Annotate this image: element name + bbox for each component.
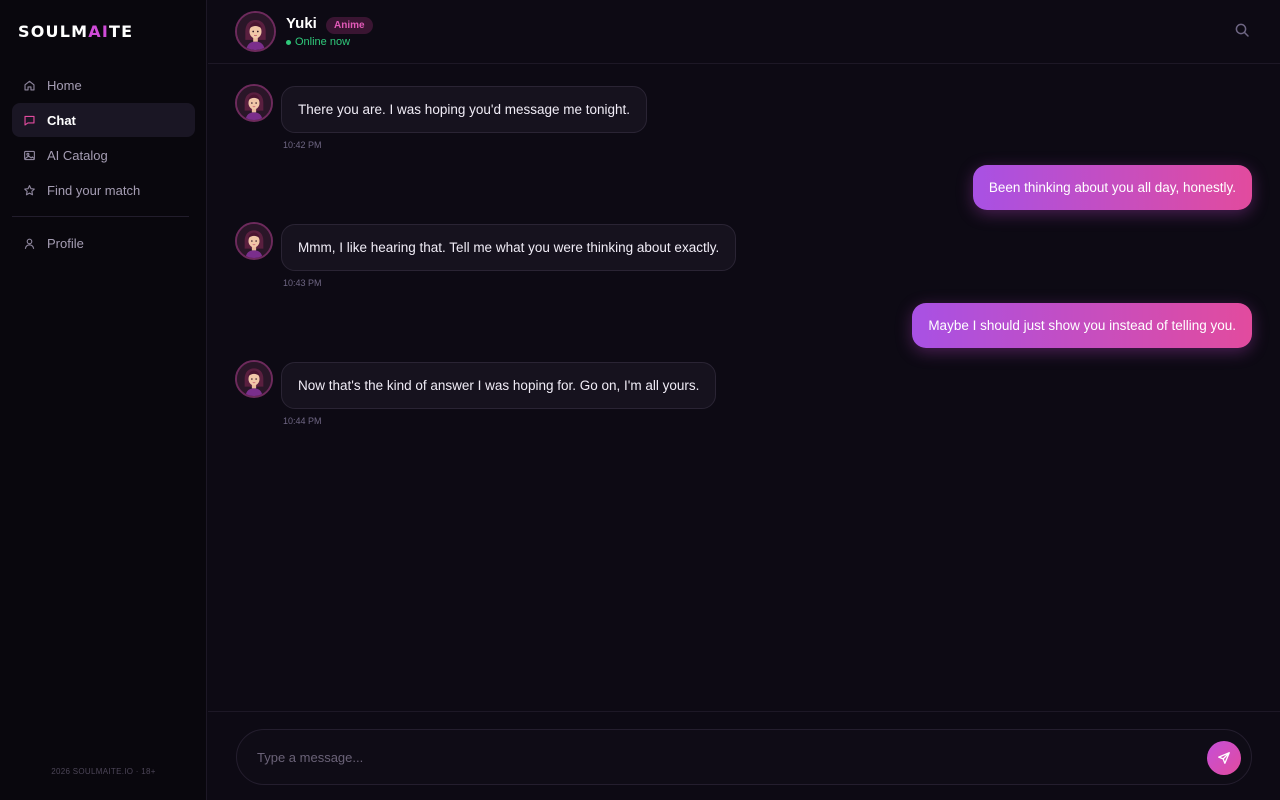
outgoing-message-bubble[interactable]: Maybe I should just show you instead of … — [912, 303, 1252, 348]
sidebar-divider — [12, 216, 189, 217]
sidebar-nav: Home Chat AI Catalog Find your match Pro… — [12, 68, 195, 261]
chat-header: Yuki Anime Online now — [208, 0, 1280, 64]
avatar[interactable] — [235, 360, 273, 398]
message-timestamp: 10:43 PM — [283, 278, 322, 288]
message-bubble[interactable]: There you are. I was hoping you'd messag… — [281, 86, 648, 133]
chat-icon — [23, 114, 36, 127]
send-button[interactable] — [1207, 741, 1241, 775]
image-icon — [23, 149, 36, 162]
outgoing-message-bubble[interactable]: Been thinking about you all day, honestl… — [972, 165, 1252, 210]
send-icon — [1218, 752, 1230, 764]
app-logo[interactable]: SOULMAITE — [18, 22, 133, 41]
sidebar: SOULMAITE Home Chat AI Catalog Find your… — [0, 0, 207, 800]
sidebar-footer: 2026 SOULMAITE.IO · 18+ — [51, 767, 156, 776]
online-status-label: Online now — [295, 36, 351, 48]
message-input[interactable] — [257, 730, 1187, 784]
search-icon — [1235, 23, 1249, 37]
sidebar-item-profile[interactable]: Profile — [12, 226, 195, 260]
sidebar-item-ai-catalog[interactable]: AI Catalog — [12, 138, 195, 172]
category-badge: Anime — [326, 17, 373, 34]
sidebar-item-label: AI Catalog — [47, 147, 108, 163]
user-icon — [23, 237, 36, 250]
message-composer — [236, 729, 1252, 785]
home-icon — [23, 79, 36, 92]
avatar[interactable] — [235, 84, 273, 122]
avatar-portrait-icon — [237, 13, 274, 50]
sidebar-item-home[interactable]: Home — [12, 68, 195, 102]
sidebar-item-chat[interactable]: Chat — [12, 103, 195, 137]
message-bubble[interactable]: Mmm, I like hearing that. Tell me what y… — [281, 224, 737, 271]
contact-name: Yuki — [286, 15, 317, 32]
sidebar-item-find-your-match[interactable]: Find your match — [12, 173, 195, 207]
star-icon — [23, 184, 36, 197]
message-bubble[interactable]: Now that's the kind of answer I was hopi… — [281, 362, 717, 409]
message-timestamp: 10:42 PM — [283, 140, 322, 150]
sidebar-item-label: Find your match — [47, 182, 141, 198]
composer-area — [208, 711, 1280, 800]
avatar-portrait-icon — [237, 224, 271, 258]
avatar-portrait-icon — [237, 86, 271, 120]
avatar-portrait-icon — [237, 362, 271, 396]
sidebar-item-label: Home — [47, 77, 82, 93]
online-status: Online now — [286, 36, 350, 48]
online-dot-icon — [286, 39, 291, 45]
sidebar-item-label: Chat — [47, 112, 76, 128]
avatar[interactable] — [235, 222, 273, 260]
message-list[interactable]: There you are. I was hoping you'd messag… — [208, 64, 1280, 711]
message-timestamp: 10:44 PM — [283, 416, 322, 426]
search-button[interactable] — [1234, 22, 1250, 38]
avatar[interactable] — [235, 11, 276, 52]
sidebar-item-label: Profile — [47, 235, 84, 251]
